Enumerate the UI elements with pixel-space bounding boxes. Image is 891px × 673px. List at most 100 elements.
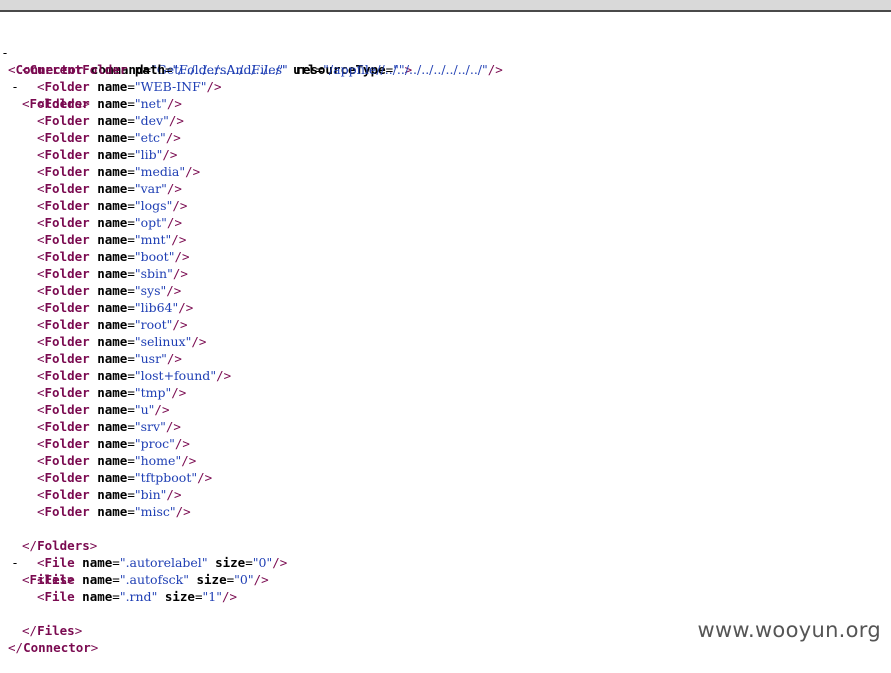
folders-close-line: </Folders> — [22, 538, 98, 553]
folder-entry: <Folder name="sbin"/> — [37, 266, 188, 281]
folder-name-value: lib64 — [140, 300, 173, 315]
folder-tag-name: Folder — [44, 249, 90, 264]
folder-tag-name: Folder — [44, 266, 90, 281]
file-entry: <File name=".autofsck" size="0"/> — [37, 572, 269, 587]
folder-tag-name: Folder — [44, 113, 90, 128]
folder-attr-name: name — [97, 215, 128, 230]
folder-tag-name: Folder — [44, 419, 90, 434]
folder-tag-name: Folder — [44, 130, 90, 145]
folder-name-value: lib — [140, 147, 157, 162]
folder-entry: <Folder name="mnt"/> — [37, 232, 187, 247]
folder-name-value: opt — [140, 215, 162, 230]
folder-attr-name: name — [97, 96, 128, 111]
folders-open-line: - <Folders> — [11, 79, 90, 111]
folder-attr-name: name — [97, 232, 128, 247]
current-folder-line: <CurrentFolder path="/../../../../../../… — [22, 62, 503, 77]
folder-tag-name: Folder — [44, 487, 90, 502]
folder-name-value: lost+found — [140, 368, 211, 383]
folder-entry: <Folder name="lib64"/> — [37, 300, 194, 315]
folder-attr-name: name — [97, 300, 128, 315]
folder-entry: <Folder name="usr"/> — [37, 351, 182, 366]
folder-entry: <Folder name="root"/> — [37, 317, 188, 332]
folder-tag-name: Folder — [44, 79, 90, 94]
folder-entry: <Folder name="u"/> — [37, 402, 170, 417]
folder-entry: <Folder name="dev"/> — [37, 113, 184, 128]
folder-name-value: media — [140, 164, 180, 179]
folder-name-value: sys — [140, 283, 161, 298]
xml-tree: - <Connector command="GetFoldersAndFiles… — [0, 27, 503, 655]
watermark: www.wooyun.org — [697, 618, 881, 642]
folder-tag-name: Folder — [44, 351, 90, 366]
file-name-value: .rnd — [125, 589, 152, 604]
folder-tag-name: Folder — [44, 232, 90, 247]
folder-tag-name: Folder — [44, 470, 90, 485]
folder-name-value: tftpboot — [140, 470, 192, 485]
file-size-value: 1 — [208, 589, 217, 604]
folder-entry: <Folder name="opt"/> — [37, 215, 182, 230]
folder-name-value: root — [140, 317, 167, 332]
folder-entry: <Folder name="lib"/> — [37, 147, 178, 162]
folder-name-value: etc — [140, 130, 161, 145]
folder-attr-name: name — [97, 113, 128, 128]
folder-entry: <Folder name="proc"/> — [37, 436, 190, 451]
files-open-line: - <Files> — [11, 555, 75, 587]
folder-name-value: sbin — [140, 266, 168, 281]
folder-name-value: home — [140, 453, 176, 468]
folder-name-value: bin — [140, 487, 161, 502]
folder-attr-name: name — [97, 470, 128, 485]
folder-attr-name: name — [97, 181, 128, 196]
folder-name-value: srv — [140, 419, 161, 434]
folder-entry: <Folder name="sys"/> — [37, 283, 182, 298]
file-entry: <File name=".rnd" size="1"/> — [37, 589, 238, 604]
folder-attr-name: name — [97, 79, 128, 94]
folder-attr-name: name — [97, 351, 128, 366]
folder-name-value: selinux — [140, 334, 186, 349]
folder-name-value: WEB-INF — [140, 79, 201, 94]
current-folder-tag-name: CurrentFolder — [29, 62, 128, 77]
folder-attr-name: name — [97, 419, 128, 434]
folder-name-value: proc — [140, 436, 170, 451]
file-tag-name: File — [44, 555, 75, 570]
folder-entry: <Folder name="selinux"/> — [37, 334, 207, 349]
path-value: /../../../../../../../../ — [178, 62, 280, 77]
folder-name-value: logs — [140, 198, 167, 213]
folder-attr-name: name — [97, 266, 128, 281]
folder-attr-name: name — [97, 453, 128, 468]
file-size-value: 0 — [239, 572, 248, 587]
folder-name-value: boot — [140, 249, 169, 264]
folder-tag-name: Folder — [44, 317, 90, 332]
folder-entry: <Folder name="lost+found"/> — [37, 368, 232, 383]
folder-entry: <Folder name="etc"/> — [37, 130, 181, 145]
folder-tag-name: Folder — [44, 334, 90, 349]
file-tag-name: File — [44, 589, 75, 604]
folder-attr-name: name — [97, 164, 128, 179]
folder-attr-name: name — [97, 198, 128, 213]
folder-list: <Folder name="WEB-INF"/> <Folder name="ne… — [0, 78, 232, 520]
folder-entry: <Folder name="var"/> — [37, 181, 182, 196]
folder-entry: <Folder name="home"/> — [37, 453, 197, 468]
folder-entry: <Folder name="logs"/> — [37, 198, 188, 213]
folder-attr-name: name — [97, 436, 128, 451]
folder-tag-name: Folder — [44, 504, 90, 519]
folder-name-value: usr — [140, 351, 162, 366]
file-entry: <File name=".autorelabel" size="0"/> — [37, 555, 288, 570]
folder-entry: <Folder name="boot"/> — [37, 249, 190, 264]
folder-attr-name: name — [97, 402, 128, 417]
folder-tag-name: Folder — [44, 181, 90, 196]
file-list: <File name=".autorelabel" size="0"/> <Fil… — [0, 554, 288, 605]
folder-entry: <Folder name="misc"/> — [37, 504, 191, 519]
folder-tag-name: Folder — [44, 453, 90, 468]
folder-name-value: misc — [140, 504, 170, 519]
folder-attr-name: name — [97, 334, 128, 349]
folder-tag-name: Folder — [44, 96, 90, 111]
folder-name-value: var — [140, 181, 162, 196]
url-value: /appfile//../../../../../../../../ — [328, 62, 483, 77]
folder-attr-name: name — [97, 368, 128, 383]
connector-open-line: - <Connector command="GetFoldersAndFiles… — [1, 45, 413, 77]
folder-attr-name: name — [97, 249, 128, 264]
folder-name-value: tmp — [140, 385, 166, 400]
folder-entry: <Folder name="net"/> — [37, 96, 182, 111]
folder-attr-name: name — [97, 385, 128, 400]
folder-tag-name: Folder — [44, 368, 90, 383]
folder-tag-name: Folder — [44, 402, 90, 417]
